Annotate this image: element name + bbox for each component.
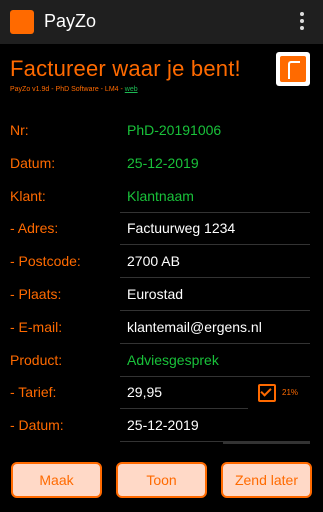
row-tarief: - Tarief: 29,95 21% xyxy=(0,378,323,411)
label-postcode: - Postcode: xyxy=(10,253,81,269)
klant-value: Klantnaam xyxy=(127,188,194,204)
row-datum: Datum: 25-12-2019 xyxy=(0,149,323,182)
label-tarief: - Tarief: xyxy=(10,384,57,400)
datum-product-field[interactable]: 25-12-2019 xyxy=(120,411,310,442)
klant-field[interactable]: Klantnaam xyxy=(120,182,310,213)
overflow-menu-icon[interactable] xyxy=(299,12,305,32)
subline: PayZo v1.9d - PhD Software - LM4 - web xyxy=(10,86,138,93)
email-field[interactable]: klantemail@ergens.nl xyxy=(120,313,310,344)
label-adres: - Adres: xyxy=(10,220,59,236)
product-value: Adviesgesprek xyxy=(127,352,219,368)
payzo-logo xyxy=(276,52,310,86)
zend-later-button[interactable]: Zend later xyxy=(221,462,312,498)
app-title: PayZo xyxy=(44,11,97,31)
adres-field[interactable]: Factuurweg 1234 xyxy=(120,214,310,245)
row-klant: Klant: Klantnaam xyxy=(0,182,323,215)
page-headline: Factureer waar je bent! xyxy=(10,56,241,81)
toon-button[interactable]: Toon xyxy=(116,462,207,498)
postcode-value: 2700 AB xyxy=(127,253,180,269)
row-plaats: - Plaats: Eurostad xyxy=(0,280,323,313)
label-email: - E-mail: xyxy=(10,319,63,335)
tarief-value: 29,95 xyxy=(127,384,163,400)
value-datum: 25-12-2019 xyxy=(127,155,199,171)
label-datum-product: - Datum: xyxy=(10,417,64,433)
row-postcode: - Postcode: 2700 AB xyxy=(0,247,323,280)
subline-text: PayZo v1.9d - PhD Software - LM4 - xyxy=(10,86,125,93)
postcode-field[interactable]: 2700 AB xyxy=(120,247,310,278)
plaats-field[interactable]: Eurostad xyxy=(120,280,310,311)
tarief-field[interactable]: 29,95 xyxy=(120,378,248,409)
app-bar: PayZo xyxy=(0,0,323,44)
label-nr: Nr: xyxy=(10,122,29,138)
adres-value: Factuurweg 1234 xyxy=(127,220,236,236)
row-nr: Nr: PhD-20191006 xyxy=(0,116,323,149)
label-plaats: - Plaats: xyxy=(10,286,62,302)
vat-checkbox[interactable] xyxy=(258,384,276,402)
scroll-indicator xyxy=(223,442,310,444)
product-field[interactable]: Adviesgesprek xyxy=(120,346,310,377)
datum-product-value: 25-12-2019 xyxy=(127,417,199,433)
app-icon xyxy=(10,10,34,34)
row-datum-product: - Datum: 25-12-2019 xyxy=(0,411,323,444)
label-klant: Klant: xyxy=(10,188,46,204)
value-nr: PhD-20191006 xyxy=(127,122,222,138)
email-value: klantemail@ergens.nl xyxy=(127,319,262,335)
plaats-value: Eurostad xyxy=(127,286,184,302)
row-email: - E-mail: klantemail@ergens.nl xyxy=(0,313,323,346)
vat-label: 21% xyxy=(282,388,299,397)
web-link[interactable]: web xyxy=(125,86,138,93)
label-datum: Datum: xyxy=(10,155,56,171)
maak-button[interactable]: Maak xyxy=(11,462,102,498)
row-adres: - Adres: Factuurweg 1234 xyxy=(0,214,323,247)
row-product: Product: Adviesgesprek xyxy=(0,346,323,379)
label-product: Product: xyxy=(10,352,63,368)
